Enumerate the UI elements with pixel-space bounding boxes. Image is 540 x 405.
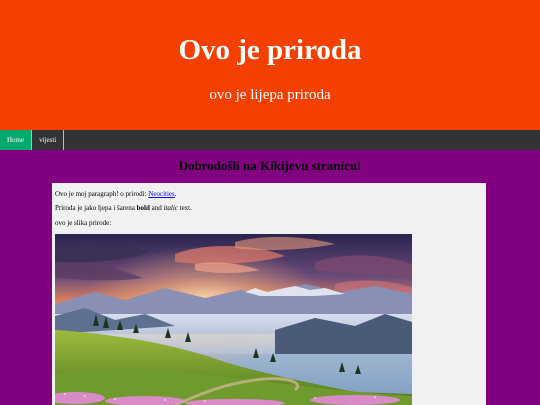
navigation-bar: Home vijesti <box>0 130 540 150</box>
content-panel: Ovo je moj paragraph! o prirodi: Neociti… <box>52 183 486 405</box>
page-header: Ovo je priroda ovo je lijepa priroda <box>0 0 540 130</box>
intro-text: Ovo je moj paragraph! o prirodi: <box>55 190 149 198</box>
description-paragraph: Priroda je jako ljepa i šarena bold and … <box>55 204 192 213</box>
description-end: text. <box>177 204 192 212</box>
image-caption: ovo je slika prirode: <box>55 219 112 227</box>
italic-word: italic <box>163 204 178 212</box>
page-subtitle: ovo je lijepa priroda <box>209 87 331 103</box>
intro-paragraph: Ovo je moj paragraph! o prirodi: Neociti… <box>55 190 177 199</box>
nature-landscape-image <box>55 234 412 405</box>
nav-item-home[interactable]: Home <box>0 130 33 150</box>
page-title: Ovo je priroda <box>178 34 362 66</box>
nav-item-vijesti[interactable]: vijesti <box>32 130 65 150</box>
welcome-heading: Dobrodošli na Kikijevu stranicu! <box>178 158 362 173</box>
bold-word: bold <box>136 204 150 212</box>
neocities-link[interactable]: Neocities <box>148 190 174 198</box>
description-mid: and <box>149 204 164 212</box>
description-start: Priroda je jako ljepa i šarena <box>55 204 137 212</box>
intro-end: . <box>174 190 177 198</box>
